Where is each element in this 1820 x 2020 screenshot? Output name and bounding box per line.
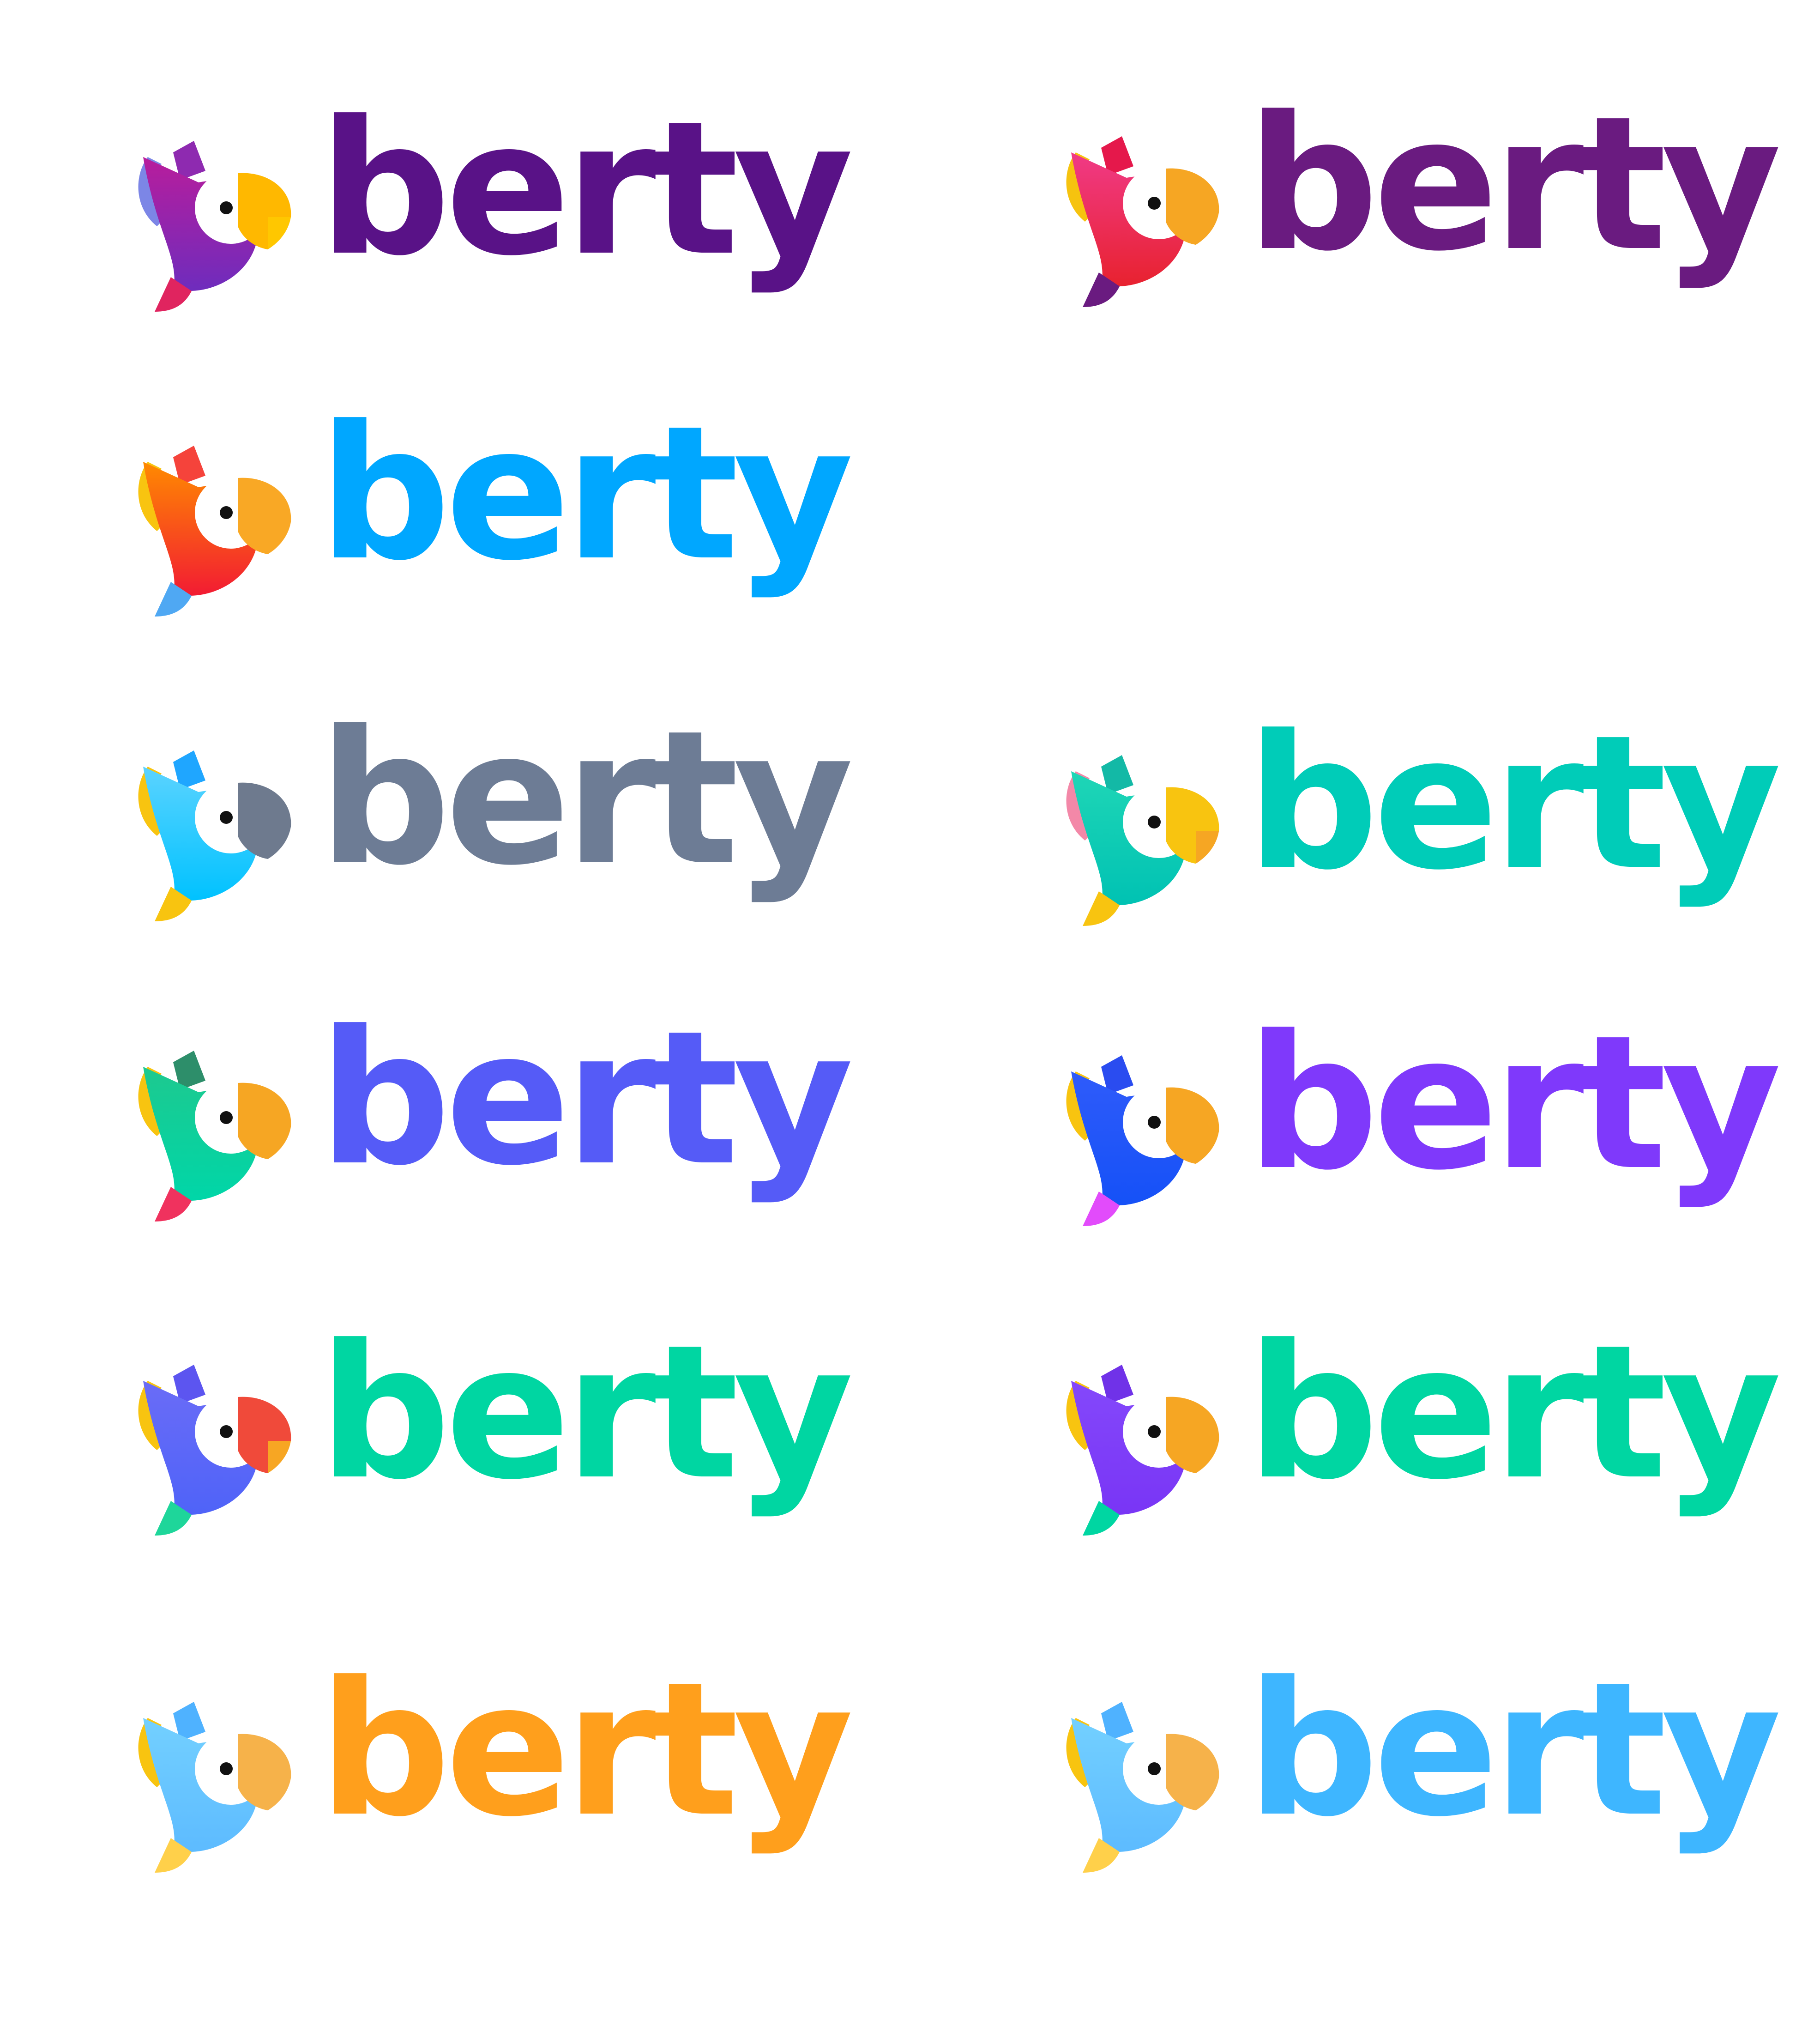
berty-logo: berty — [129, 1321, 854, 1556]
parrot-icon — [1066, 136, 1219, 307]
parrot-icon — [138, 1365, 291, 1536]
parrot-icon — [1066, 755, 1219, 926]
berty-logo: berty — [1057, 1011, 1782, 1247]
berty-logo: berty — [1057, 711, 1782, 947]
parrot-icon — [1066, 1365, 1219, 1536]
berty-logo: berty — [1057, 1658, 1782, 1893]
parrot-icon — [138, 141, 291, 312]
berty-wordmark: berty — [1247, 1643, 1782, 1857]
parrot-icon — [138, 750, 291, 921]
berty-wordmark: berty — [319, 1643, 854, 1857]
parrot-icon — [1066, 1055, 1219, 1226]
parrot-icon — [1066, 1702, 1219, 1873]
berty-wordmark: berty — [319, 387, 854, 601]
berty-wordmark: berty — [319, 691, 854, 906]
berty-wordmark: berty — [1247, 1306, 1782, 1520]
berty-logo: berty — [129, 402, 854, 637]
parrot-icon — [138, 1051, 291, 1222]
berty-wordmark: berty — [319, 82, 854, 296]
berty-wordmark: berty — [1247, 996, 1782, 1211]
berty-logo: berty — [1057, 92, 1782, 328]
parrot-icon — [138, 1702, 291, 1873]
parrot-icon — [138, 446, 291, 617]
berty-wordmark: berty — [319, 1306, 854, 1520]
berty-logo: berty — [129, 1007, 854, 1242]
berty-logo: berty — [129, 707, 854, 942]
berty-wordmark: berty — [1247, 77, 1782, 292]
berty-logo: berty — [129, 97, 854, 333]
berty-logo: berty — [1057, 1321, 1782, 1556]
berty-wordmark: berty — [1247, 696, 1782, 911]
berty-logo: berty — [129, 1658, 854, 1893]
berty-wordmark: berty — [319, 992, 854, 1206]
